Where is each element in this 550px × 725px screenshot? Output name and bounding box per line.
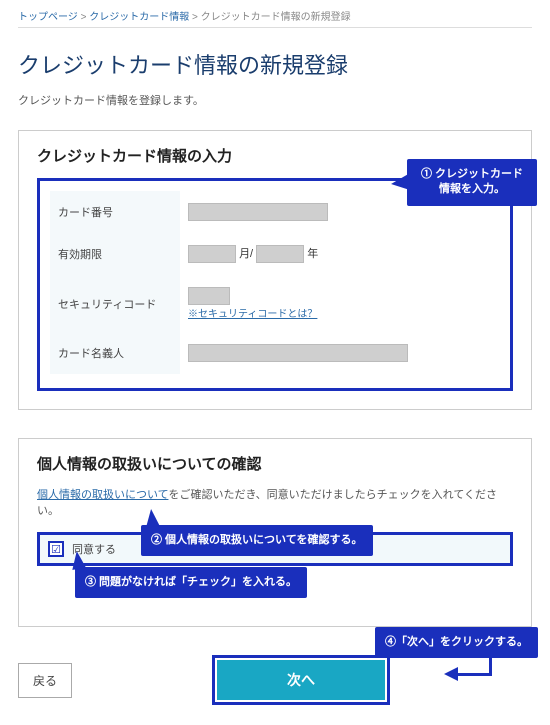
breadcrumb-mid[interactable]: クレジットカード情報 bbox=[89, 12, 189, 23]
agree-checkbox[interactable]: ☑ bbox=[48, 541, 64, 557]
breadcrumb-home[interactable]: トップページ bbox=[18, 12, 78, 23]
breadcrumb-sep: > bbox=[192, 12, 198, 23]
callout-arrow-icon bbox=[456, 673, 492, 676]
next-button[interactable]: 次へ bbox=[217, 660, 385, 700]
card-number-input[interactable] bbox=[188, 203, 328, 221]
back-button[interactable]: 戻る bbox=[18, 663, 72, 698]
callout-arrow-icon bbox=[390, 174, 410, 192]
card-form-table: カード番号 有効期限 月/ 年 セキュリティコード ※セキュリティコードと bbox=[50, 191, 500, 374]
breadcrumb: トップページ > クレジットカード情報 > クレジットカード情報の新規登録 bbox=[18, 8, 532, 28]
security-code-input[interactable] bbox=[188, 287, 230, 305]
privacy-section: 個人情報の取扱いについての確認 個人情報の取扱いについてをご確認いただき、同意い… bbox=[18, 438, 532, 627]
callout-1-text: ① クレジットカード情報を入力。 bbox=[421, 168, 523, 195]
callout-3-text: ③ 問題がなければ「チェック」を入れる。 bbox=[85, 576, 297, 588]
expiry-year-select[interactable] bbox=[256, 245, 304, 263]
privacy-policy-link[interactable]: 個人情報の取扱いについて bbox=[37, 489, 168, 501]
privacy-text-row: 個人情報の取扱いについてをご確認いただき、同意いただけましたらチェックを入れてく… bbox=[37, 486, 513, 518]
breadcrumb-current: クレジットカード情報の新規登録 bbox=[201, 12, 351, 23]
card-name-label: カード名義人 bbox=[50, 332, 180, 374]
callout-2-text: ② 個人情報の取扱いについてを確認する。 bbox=[151, 534, 363, 546]
callout-arrow-icon bbox=[144, 508, 160, 527]
button-row: 戻る 次へ ④「次へ」をクリックする。 bbox=[18, 655, 532, 705]
expiry-year-suffix: 年 bbox=[307, 248, 318, 260]
callout-3: ③ 問題がなければ「チェック」を入れる。 bbox=[75, 567, 307, 598]
callout-arrow-icon bbox=[70, 550, 86, 570]
page-title: クレジットカード情報の新規登録 bbox=[18, 48, 532, 80]
page-intro: クレジットカード情報を登録します。 bbox=[18, 92, 532, 108]
breadcrumb-sep: > bbox=[81, 12, 87, 23]
card-expiry-label: 有効期限 bbox=[50, 233, 180, 275]
expiry-month-suffix: 月/ bbox=[239, 248, 253, 260]
card-section: クレジットカード情報の入力 カード番号 有効期限 月/ 年 セキュリティコード bbox=[18, 130, 532, 410]
privacy-section-title: 個人情報の取扱いについての確認 bbox=[37, 453, 513, 474]
expiry-month-select[interactable] bbox=[188, 245, 236, 263]
callout-1: ① クレジットカード情報を入力。 bbox=[407, 159, 537, 206]
card-number-label: カード番号 bbox=[50, 191, 180, 233]
card-name-input[interactable] bbox=[188, 344, 408, 362]
security-code-help-link[interactable]: ※セキュリティコードとは？ bbox=[188, 309, 317, 320]
callout-arrow-icon bbox=[444, 667, 458, 681]
card-form-frame: カード番号 有効期限 月/ 年 セキュリティコード ※セキュリティコードと bbox=[37, 178, 513, 391]
next-button-frame: 次へ bbox=[212, 655, 390, 705]
callout-4: ④「次へ」をクリックする。 bbox=[375, 627, 538, 658]
callout-2: ② 個人情報の取扱いについてを確認する。 bbox=[141, 525, 373, 556]
security-code-label: セキュリティコード bbox=[50, 275, 180, 332]
callout-4-text: ④「次へ」をクリックする。 bbox=[385, 636, 528, 648]
